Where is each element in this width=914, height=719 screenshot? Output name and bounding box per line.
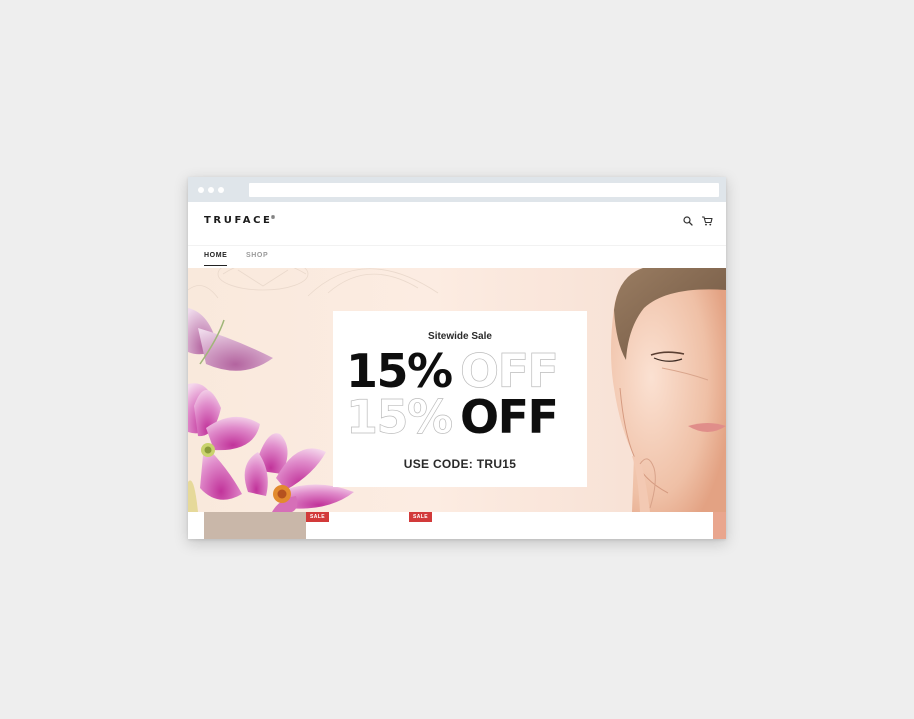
browser-toolbar	[188, 177, 726, 202]
product-image[interactable]	[204, 512, 306, 539]
brand-mark: ®	[270, 215, 276, 221]
promo-discount-solid: 15%	[346, 344, 453, 398]
brand-name: TRUFACE	[204, 215, 273, 226]
search-icon[interactable]	[682, 215, 694, 227]
brand-logo[interactable]: TRUFACE®	[204, 215, 275, 226]
promo-off-solid: OFF	[460, 390, 559, 444]
window-dot-icon[interactable]	[218, 187, 224, 193]
sale-badge: SALE	[409, 512, 432, 522]
cart-icon[interactable]	[701, 215, 713, 227]
promo-discount-outline: 15%	[346, 390, 454, 444]
hero-banner[interactable]: Sitewide Sale 15% OFF 15% OFF USE CODE: …	[188, 268, 726, 512]
promo-card[interactable]: Sitewide Sale 15% OFF 15% OFF USE CODE: …	[333, 311, 587, 487]
window-dot-icon[interactable]	[208, 187, 214, 193]
promo-off-outline: OFF	[460, 344, 560, 398]
sale-badge: SALE	[306, 512, 329, 522]
browser-window: TRUFACE® HOME SHOP Sitewide Sale 15% OFF…	[188, 177, 726, 539]
site-header: TRUFACE®	[188, 202, 726, 245]
promo-code: USE CODE: TRU15	[403, 457, 517, 471]
main-nav: HOME SHOP	[188, 245, 726, 269]
nav-shop-link[interactable]: SHOP	[246, 252, 268, 265]
window-dot-icon[interactable]	[198, 187, 204, 193]
address-bar[interactable]	[249, 183, 719, 197]
product-image[interactable]	[713, 512, 726, 539]
promo-subtitle: Sitewide Sale	[428, 331, 492, 342]
product-strip: SALE SALE	[188, 512, 726, 539]
nav-home-link[interactable]: HOME	[204, 252, 228, 266]
